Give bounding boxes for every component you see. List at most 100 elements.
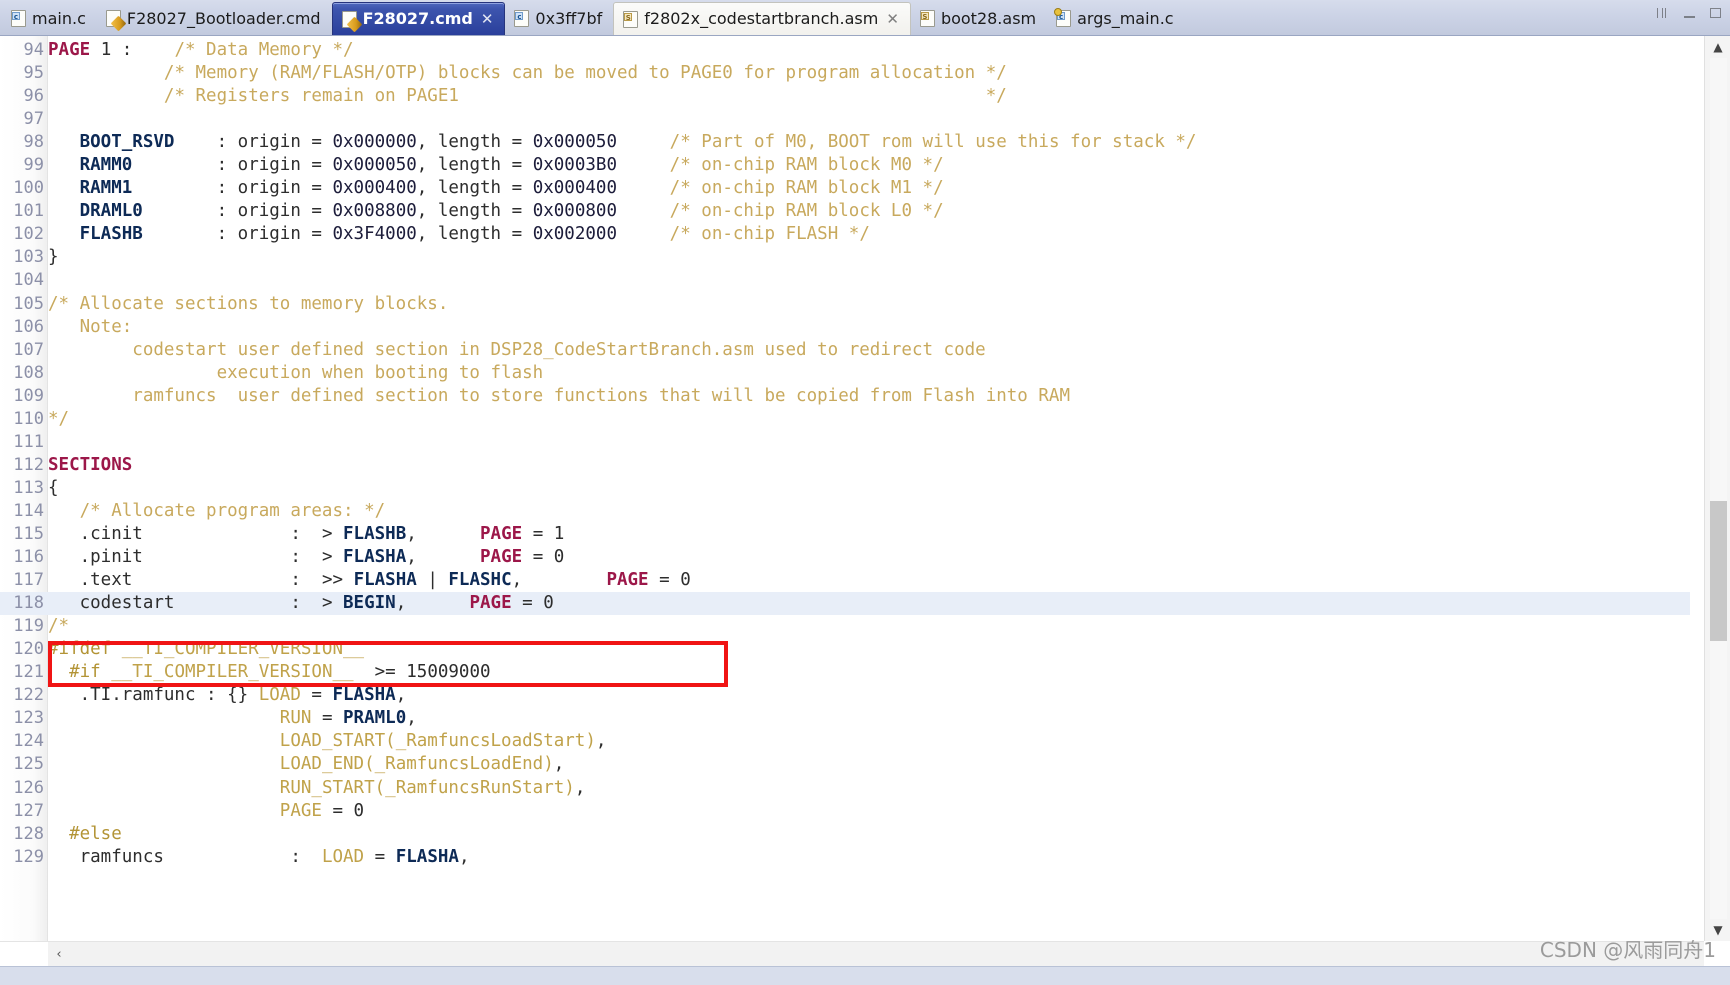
code-token: , length = <box>416 224 533 245</box>
code-line[interactable]: 119/* <box>0 615 1690 638</box>
code-line-content: FLASHB : origin = 0x3F4000, length = 0x0… <box>44 223 1690 246</box>
code-line[interactable]: 96 /* Registers remain on PAGE1 */ <box>0 85 1690 108</box>
code-line[interactable]: 126 RUN_START(_RamfuncsRunStart), <box>0 777 1690 800</box>
code-line[interactable]: 129 ramfuncs : LOAD = FLASHA, <box>0 846 1690 869</box>
source-code-text[interactable]: 94 PAGE 1 : /* Data Memory */95 /* Memory… <box>0 36 1690 941</box>
line-number: 127 <box>13 800 44 821</box>
code-line[interactable]: 106 Note: <box>0 316 1690 339</box>
tab-boot28-asm[interactable]: S boot28.asm <box>911 2 1047 35</box>
line-number: 129 <box>13 846 44 867</box>
code-line[interactable]: 94 PAGE 1 : /* Data Memory */ <box>0 39 1690 62</box>
code-line[interactable]: 98 BOOT_RSVD : origin = 0x000000, length… <box>0 131 1690 154</box>
code-token: /* <box>48 616 70 637</box>
horizontal-scroll-track[interactable] <box>70 941 1704 967</box>
line-number: 107 <box>13 339 44 360</box>
code-line-content: #if __TI_COMPILER_VERSION__ >= 15009000 <box>44 661 1690 684</box>
scroll-up-arrow-icon[interactable]: ▲ <box>1705 36 1730 58</box>
code-line[interactable]: 103} <box>0 246 1690 269</box>
code-token: /* Allocate program areas: */ <box>79 500 386 521</box>
minimize-view-icon[interactable] <box>1681 6 1698 21</box>
code-line[interactable]: 125 LOAD_END(_RamfuncsLoadEnd), <box>0 753 1690 776</box>
code-token: = 0 <box>648 570 691 591</box>
code-line[interactable]: 121 #if __TI_COMPILER_VERSION__ >= 15009… <box>0 661 1690 684</box>
hscroll-gutter-spacer <box>0 941 48 967</box>
tab-close-icon[interactable]: ✕ <box>481 11 494 27</box>
code-line[interactable]: 115 .cinit : > FLASHB, PAGE = 1 <box>0 523 1690 546</box>
code-line-content: .text : >> FLASHA | FLASHC, PAGE = 0 <box>44 569 1690 592</box>
code-line[interactable]: 118 codestart : > BEGIN, PAGE = 0 <box>0 592 1690 616</box>
code-line-content: RUN = PRAML0, <box>44 707 1690 730</box>
vertical-scroll-thumb[interactable] <box>1710 501 1727 641</box>
code-editor[interactable]: 94 PAGE 1 : /* Data Memory */95 /* Memory… <box>0 36 1730 941</box>
code-line[interactable]: 97 <box>0 108 1690 131</box>
code-line[interactable]: 111 <box>0 431 1690 454</box>
tab-label: boot28.asm <box>940 8 1037 28</box>
tab-0x3ff7bf[interactable]: c 0x3ff7bf <box>505 2 613 35</box>
code-line-content: } <box>44 246 1690 269</box>
code-line[interactable]: 113{ <box>0 477 1690 500</box>
code-line[interactable]: 109 ramfuncs user defined section to sto… <box>0 385 1690 408</box>
code-line[interactable]: 112 SECTIONS <box>0 454 1690 477</box>
line-number: 118 <box>13 593 44 614</box>
tab-f28027-cmd-active[interactable]: F28027.cmd ✕ <box>331 2 506 35</box>
code-token: } <box>48 247 59 268</box>
code-token: PAGE <box>48 40 91 60</box>
code-line-content: SECTIONS <box>44 454 1690 477</box>
tab-close-icon[interactable]: ✕ <box>886 11 899 27</box>
code-line[interactable]: 127 PAGE = 0 <box>0 800 1690 823</box>
tab-f2802x-codestartbranch-asm[interactable]: S f2802x_codestartbranch.asm ✕ <box>613 2 911 35</box>
code-token: 0x008800 <box>332 201 417 222</box>
code-line[interactable]: 114 /* Allocate program areas: */ <box>0 500 1690 523</box>
code-line-content: .TI.ramfunc : {} LOAD = FLASHA, <box>44 684 1690 707</box>
code-token: LOAD_START(_RamfuncsLoadStart) <box>279 731 596 752</box>
code-line[interactable]: 100 RAMM1 : origin = 0x000400, length = … <box>0 177 1690 200</box>
code-token: , length = <box>416 201 533 222</box>
code-token: >= 15009000 <box>353 662 491 683</box>
line-number: 99 <box>23 155 44 176</box>
code-line[interactable]: 120 #ifdef __TI_COMPILER_VERSION__ <box>0 638 1690 661</box>
code-line[interactable]: 102 FLASHB : origin = 0x3F4000, length =… <box>0 223 1690 246</box>
line-number: 128 <box>13 823 44 844</box>
ide-editor-window: c main.c F28027_Bootloader.cmd F28027.cm… <box>0 0 1730 985</box>
code-line[interactable]: 124 LOAD_START(_RamfuncsLoadStart), <box>0 730 1690 753</box>
code-line-content: Note: <box>44 316 1690 339</box>
maximize-view-icon[interactable] <box>1707 6 1724 21</box>
code-line[interactable]: 104 <box>0 269 1690 292</box>
code-line[interactable]: 128 #else <box>0 823 1690 846</box>
code-line[interactable]: 95 /* Memory (RAM/FLASH/OTP) blocks can … <box>0 62 1690 85</box>
code-line[interactable]: 116 .pinit : > FLASHA, PAGE = 0 <box>0 546 1690 569</box>
horizontal-scrollbar[interactable]: ‹ <box>0 941 1704 967</box>
line-number: 120 <box>13 639 44 660</box>
code-token: RUN <box>279 708 312 729</box>
code-line[interactable]: 99 RAMM0 : origin = 0x000050, length = 0… <box>0 154 1690 177</box>
code-token: : >> <box>132 570 354 591</box>
code-line[interactable]: 123 RUN = PRAML0, <box>0 707 1690 730</box>
code-line[interactable]: 122 .TI.ramfunc : {} LOAD = FLASHA, <box>0 684 1690 707</box>
tab-main-c[interactable]: c main.c <box>2 2 97 35</box>
code-line[interactable]: 110 */ <box>0 408 1690 431</box>
vertical-scrollbar[interactable]: ▲ ▼ <box>1704 36 1730 941</box>
code-line[interactable]: 101 DRAML0 : origin = 0x008800, length =… <box>0 200 1690 223</box>
code-line[interactable]: 105/* Allocate sections to memory blocks… <box>0 293 1690 316</box>
tab-f28027-bootloader-cmd[interactable]: F28027_Bootloader.cmd <box>97 2 332 35</box>
code-token: , <box>595 731 607 752</box>
code-token: , <box>406 708 417 729</box>
line-number: 94 <box>23 40 44 60</box>
scroll-left-arrow-icon[interactable]: ‹ <box>48 942 70 967</box>
code-token: : > <box>174 593 344 614</box>
code-token: /* on-chip RAM block M1 */ <box>669 178 944 199</box>
code-token: , <box>395 685 407 706</box>
restore-view-icon[interactable] <box>1655 6 1672 21</box>
code-line[interactable]: 117 .text : >> FLASHA | FLASHC, PAGE = 0 <box>0 569 1690 592</box>
code-token: , <box>553 754 565 775</box>
vertical-scroll-track[interactable] <box>1710 58 1727 919</box>
code-line[interactable]: 108 execution when booting to flash <box>0 362 1690 385</box>
code-token: */ <box>48 408 70 429</box>
code-line[interactable]: 107 codestart user defined section in DS… <box>0 339 1690 362</box>
line-number: 121 <box>13 662 44 683</box>
tab-args-main-c[interactable]: c args_main.c <box>1047 2 1184 35</box>
